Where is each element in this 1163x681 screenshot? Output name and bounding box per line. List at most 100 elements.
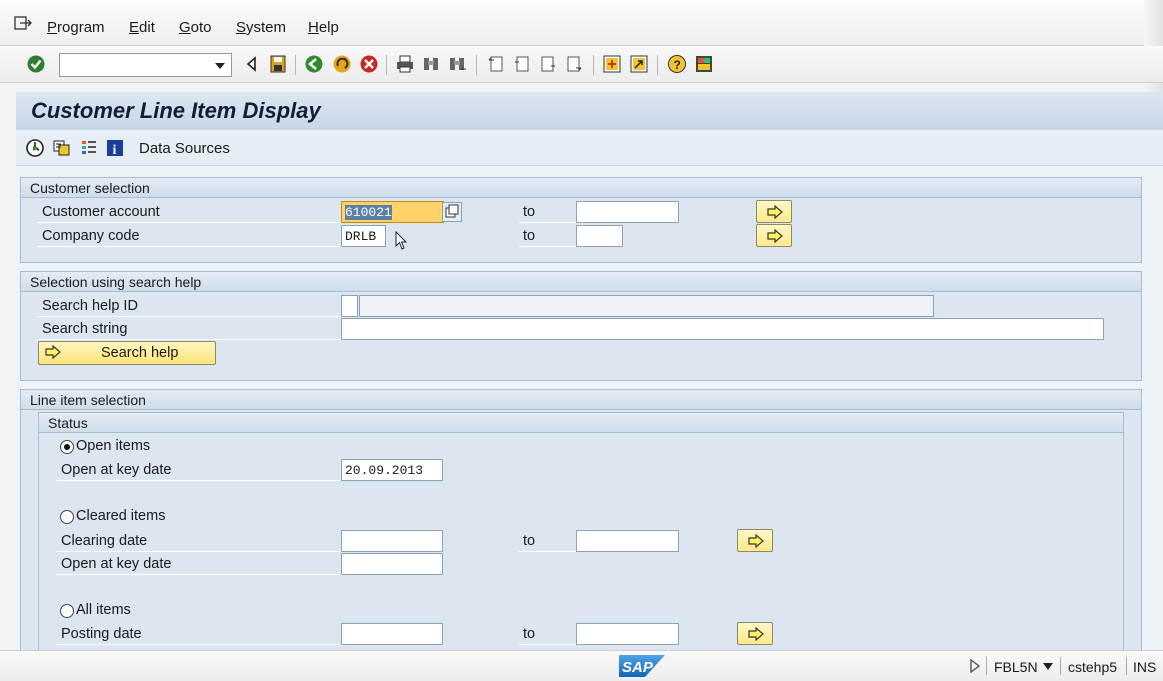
toolbar-separator (657, 55, 658, 75)
enter-icon[interactable] (26, 54, 46, 74)
cleared-key-date-label: Open at key date (56, 553, 341, 575)
transaction-code: FBL5N (994, 659, 1038, 675)
exit-screen-icon[interactable] (14, 16, 32, 30)
arrow-right-icon (45, 345, 61, 359)
posting-date-to-label: to (519, 623, 576, 645)
first-page-icon[interactable] (486, 54, 506, 74)
all-items-label: All items (76, 602, 131, 618)
cleared-items-label: Cleared items (76, 508, 166, 524)
search-help-id-label: Search help ID (37, 295, 341, 317)
cleared-items-radio[interactable] (60, 510, 74, 524)
last-page-icon[interactable] (564, 54, 584, 74)
command-field[interactable] (59, 53, 232, 77)
search-string-input[interactable] (341, 318, 1104, 340)
group-title: Customer selection (21, 178, 1141, 198)
company-code-input[interactable]: DRLB (341, 225, 386, 247)
chevron-down-icon[interactable] (215, 63, 225, 69)
menu-bar: Program Edit Goto System Help (0, 0, 1163, 46)
previous-page-icon[interactable] (512, 54, 532, 74)
search-help-id-input[interactable] (341, 295, 358, 317)
execute-icon[interactable] (25, 138, 45, 158)
customer-account-input[interactable]: 610021 (341, 201, 444, 223)
svg-text:i: i (113, 143, 117, 158)
possible-entries-icon[interactable] (442, 202, 462, 222)
posting-date-to-input[interactable] (576, 623, 679, 645)
arrow-right-icon (748, 534, 764, 548)
cancel-icon[interactable] (359, 54, 379, 74)
status-separator (986, 657, 987, 675)
toolbar-separator (295, 55, 296, 75)
cleared-key-date-input[interactable] (341, 553, 443, 575)
clearing-date-to-label: to (519, 530, 576, 552)
status-separator (1126, 657, 1127, 675)
status-bar: SAP FBL5N cstehp5 INS (0, 650, 1163, 681)
posting-date-from-input[interactable] (341, 623, 443, 645)
shortcut-icon[interactable] (629, 54, 649, 74)
title-bar: Customer Line Item Display (16, 92, 1163, 130)
create-session-icon[interactable] (602, 54, 622, 74)
search-help-button-label: Search help (101, 345, 179, 361)
back-arrow-icon[interactable] (242, 54, 262, 74)
menu-edit[interactable]: Edit (129, 19, 155, 36)
play-triangle-icon[interactable] (969, 659, 981, 673)
clearing-date-to-input[interactable] (576, 530, 679, 552)
standard-toolbar: ? (0, 46, 1163, 83)
open-items-radio[interactable] (60, 440, 74, 454)
menu-program[interactable]: Program (47, 19, 105, 36)
find-next-icon[interactable] (447, 54, 467, 74)
company-code-to-label: to (519, 225, 576, 247)
customer-account-value: 610021 (345, 205, 392, 220)
toolbar-separator (476, 55, 477, 75)
multiple-selection-button[interactable] (737, 529, 773, 552)
chevron-down-icon[interactable] (1043, 663, 1053, 670)
menu-help[interactable]: Help (308, 19, 339, 36)
data-sources-button[interactable]: Data Sources (139, 140, 230, 157)
application-toolbar: i Data Sources (16, 130, 1163, 166)
all-items-radio[interactable] (60, 604, 74, 618)
open-key-date-label: Open at key date (56, 459, 341, 481)
svg-text:?: ? (674, 58, 681, 72)
mouse-cursor-icon (395, 231, 408, 250)
exit-icon[interactable] (332, 54, 352, 74)
arrow-right-icon (767, 205, 783, 219)
page-title: Customer Line Item Display (31, 98, 321, 123)
find-icon[interactable] (421, 54, 441, 74)
save-icon[interactable] (268, 54, 288, 74)
info-icon[interactable]: i (105, 138, 125, 158)
customize-layout-icon[interactable] (694, 54, 714, 74)
get-variant-icon[interactable] (52, 138, 72, 158)
search-help-button[interactable]: Search help (38, 341, 216, 365)
arrow-right-icon (767, 229, 783, 243)
next-page-icon[interactable] (538, 54, 558, 74)
multiple-selection-button[interactable] (756, 224, 792, 247)
back-icon[interactable] (304, 54, 324, 74)
open-items-label: Open items (76, 438, 151, 454)
dynamic-selections-icon[interactable] (79, 138, 99, 158)
print-icon[interactable] (395, 54, 415, 74)
company-code-label: Company code (37, 225, 341, 247)
multiple-selection-button[interactable] (737, 622, 773, 645)
search-string-label: Search string (37, 318, 341, 340)
customer-account-label: Customer account (37, 201, 341, 223)
customer-account-to-label: to (519, 201, 576, 223)
toolbar-separator (593, 55, 594, 75)
arrow-right-icon (748, 627, 764, 641)
company-code-to-input[interactable] (576, 225, 623, 247)
insert-mode[interactable]: INS (1133, 659, 1156, 675)
group-title: Selection using search help (21, 272, 1141, 292)
toolbar-separator (386, 55, 387, 75)
server-name: cstehp5 (1068, 659, 1118, 675)
menu-goto[interactable]: Goto (179, 19, 212, 36)
clearing-date-from-input[interactable] (341, 530, 443, 552)
open-key-date-input[interactable]: 20.09.2013 (341, 459, 443, 481)
posting-date-label: Posting date (56, 623, 341, 645)
menu-system[interactable]: System (236, 19, 286, 36)
help-icon[interactable]: ? (667, 54, 687, 74)
search-help-id-description (359, 295, 934, 317)
group-title: Status (39, 413, 1123, 433)
svg-text:SAP: SAP (622, 659, 654, 676)
status-separator (1060, 657, 1061, 675)
sap-logo: SAP (619, 655, 665, 677)
customer-account-to-input[interactable] (576, 201, 679, 223)
multiple-selection-button[interactable] (756, 200, 792, 223)
